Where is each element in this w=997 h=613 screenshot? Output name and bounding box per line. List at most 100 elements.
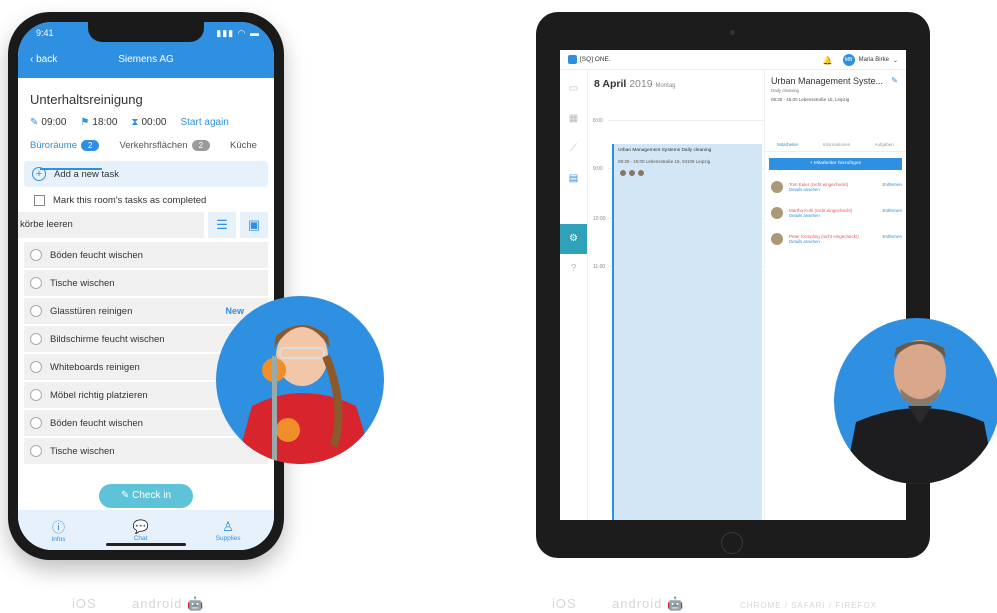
task-radio[interactable] xyxy=(30,445,42,457)
remove-button[interactable]: Entfernen xyxy=(882,182,902,187)
hour-label: 9:00 xyxy=(593,166,603,172)
checkin-wrap: ✎ Check in xyxy=(18,484,274,508)
phone-device: 9:41 ▮▮▮ ◠ ▬ ‹ back Siemens AG Unterhalt… xyxy=(8,12,284,560)
sidebar-chart-icon[interactable]: ⟋ xyxy=(560,134,587,164)
tablet-camera xyxy=(730,30,735,35)
status-time: 9:41 xyxy=(36,28,54,38)
android-icon: 🤖 xyxy=(667,596,685,611)
time-row: ✎ 09:00 ⚑ 18:00 ⧗ 00:00 Start again xyxy=(18,107,274,128)
calendar-panel: 8 April 2019 Montag 8:00 9:00 10:00 11:0… xyxy=(588,70,764,520)
remove-button[interactable]: Entfernen xyxy=(882,208,902,213)
tab-bueroraeume[interactable]: Büroräume 2 xyxy=(30,140,100,151)
footer-supplies[interactable]: ♙ Supplies xyxy=(216,519,241,542)
platform-android-tablet: android 🤖 xyxy=(612,596,685,611)
manager-photo-avatar xyxy=(834,318,997,484)
list-item[interactable]: Glasstüren reinigen New xyxy=(24,298,268,324)
tab-informationen[interactable]: Informationen xyxy=(823,142,851,147)
showcase-canvas: 9:41 ▮▮▮ ◠ ▬ ‹ back Siemens AG Unterhalt… xyxy=(0,0,997,613)
avatar xyxy=(771,233,783,245)
detail-time-location: 08:30 - 15:00 Lebensstraße 15, Leipzig xyxy=(771,97,850,102)
detail-subtitle: Daily cleaning xyxy=(771,88,800,93)
avatar xyxy=(771,181,783,193)
add-employee-button[interactable]: + Mitarbeiter hinzufügen xyxy=(769,158,902,170)
task-input-row: körbe leeren ☰ ▣ xyxy=(18,212,274,238)
add-task-button[interactable]: + Add a new task xyxy=(24,161,268,187)
platform-ios-tablet: iOS xyxy=(552,596,577,611)
tab-kueche[interactable]: Küche xyxy=(230,140,257,151)
tablet-home-button xyxy=(721,532,743,554)
sidebar-settings-icon[interactable]: ⚙ xyxy=(560,224,587,254)
details-link[interactable]: Details ansehen xyxy=(789,187,848,192)
mark-completed-checkbox[interactable] xyxy=(34,195,45,206)
android-icon: 🤖 xyxy=(187,596,205,611)
details-link[interactable]: Details ansehen xyxy=(789,239,859,244)
avatar xyxy=(771,207,783,219)
hour-label: 8:00 xyxy=(593,118,603,124)
sidebar-help-icon[interactable]: ? xyxy=(560,254,587,284)
new-tag: New xyxy=(225,306,244,316)
bell-icon[interactable]: 🔔 xyxy=(823,56,833,65)
phone-notch xyxy=(88,22,204,42)
details-link[interactable]: Details ansehen xyxy=(789,213,852,218)
event-title: Urban Management Systems Daily cleaning xyxy=(618,148,712,153)
detail-tabs: Mitarbeiter Informationen Aufgaben xyxy=(765,142,906,152)
start-again-link[interactable]: Start again xyxy=(180,117,228,128)
task-input[interactable]: körbe leeren xyxy=(18,212,204,238)
tab-count-badge: 2 xyxy=(191,140,211,151)
sidebar-calendar-icon[interactable]: ▤ xyxy=(560,164,587,194)
pencil-icon: ✎ xyxy=(30,117,39,128)
info-icon: ⓘ xyxy=(51,520,65,535)
avatar xyxy=(629,170,635,176)
list-item: Peter Kompling (nicht eingecheckt) Detail… xyxy=(765,222,906,248)
task-radio[interactable] xyxy=(30,361,42,373)
user-menu[interactable]: 🔔 MB Maria Birke ⌄ xyxy=(823,54,898,66)
task-radio[interactable] xyxy=(30,333,42,345)
camera-icon[interactable]: ▣ xyxy=(240,212,268,238)
worker-illustration xyxy=(236,325,374,464)
edit-icon[interactable]: ✎ xyxy=(891,76,898,85)
platform-android-phone: android 🤖 xyxy=(132,596,205,611)
tablet-device: [SQ] ONE. 🔔 MB Maria Birke ⌄ ▭ ▦ ⟋ ▤ ⚙ ? xyxy=(536,12,930,558)
supplies-icon: ♙ xyxy=(222,518,234,534)
duration-time: ⧗ 00:00 xyxy=(131,117,167,128)
hour-line xyxy=(608,120,764,121)
task-radio[interactable] xyxy=(30,305,42,317)
list-item: Tom Euler (nicht eingecheckt) Details ans… xyxy=(765,170,906,196)
avatar: MB xyxy=(842,54,855,66)
task-radio[interactable] xyxy=(30,277,42,289)
hour-label: 10:00 xyxy=(593,216,606,222)
user-name: Maria Birke xyxy=(858,57,889,63)
tab-aufgaben[interactable]: Aufgaben xyxy=(875,142,894,147)
tab-mitarbeiter[interactable]: Mitarbeiter xyxy=(777,142,798,147)
chevron-down-icon: ⌄ xyxy=(892,57,898,64)
flag-icon: ⚑ xyxy=(80,117,90,128)
tab-count-badge: 2 xyxy=(81,140,100,151)
sidebar-car-icon[interactable]: ▭ xyxy=(560,74,587,104)
task-radio[interactable] xyxy=(30,389,42,401)
hourglass-icon: ⧗ xyxy=(131,117,139,128)
footer-chat[interactable]: 💬 Chat xyxy=(132,519,148,542)
remove-button[interactable]: Entfernen xyxy=(882,234,902,239)
tab-verkehrsflaechen[interactable]: Verkehrsflächen 2 xyxy=(119,140,211,151)
chat-icon: 💬 xyxy=(132,518,149,534)
list-item[interactable]: Tische wischen xyxy=(24,438,268,464)
logo-icon xyxy=(568,55,577,64)
manager-illustration xyxy=(844,340,996,484)
list-icon[interactable]: ☰ xyxy=(208,212,236,238)
avatar xyxy=(620,170,626,176)
list-item[interactable]: Böden feucht wischen xyxy=(24,242,268,268)
footer-infos[interactable]: ⓘ Infos xyxy=(51,517,65,543)
platform-ios-phone: iOS xyxy=(72,596,97,611)
active-tab-indicator xyxy=(40,168,102,170)
mark-completed-row[interactable]: Mark this room's tasks as completed xyxy=(18,187,274,206)
sidebar-building-icon[interactable]: ▦ xyxy=(560,104,587,134)
calendar-event[interactable]: Urban Management Systems Daily cleaning … xyxy=(612,144,762,520)
worker-photo-avatar xyxy=(216,296,384,464)
task-radio[interactable] xyxy=(30,249,42,261)
check-in-button[interactable]: ✎ Check in xyxy=(99,484,193,508)
task-radio[interactable] xyxy=(30,417,42,429)
event-subtitle: 08:30 - 15:00 Lebensstraße 15, 04109 Lei… xyxy=(618,159,711,164)
add-task-label: Add a new task xyxy=(54,168,119,180)
list-item[interactable]: Tische wischen xyxy=(24,270,268,296)
